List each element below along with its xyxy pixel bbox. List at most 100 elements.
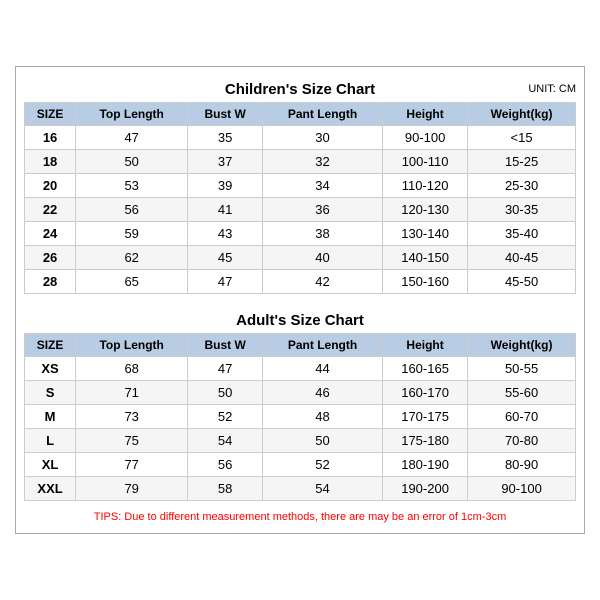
table-cell: 45-50 xyxy=(468,270,576,294)
table-cell: XS xyxy=(25,357,76,381)
table-row: 18503732100-11015-25 xyxy=(25,150,576,174)
table-cell: <15 xyxy=(468,126,576,150)
table-cell: 52 xyxy=(188,405,263,429)
table-cell: 16 xyxy=(25,126,76,150)
col-top-length: Top Length xyxy=(76,334,188,357)
table-cell: 46 xyxy=(263,381,383,405)
table-cell: 47 xyxy=(188,357,263,381)
table-cell: 175-180 xyxy=(383,429,468,453)
col-height: Height xyxy=(383,334,468,357)
table-cell: 24 xyxy=(25,222,76,246)
table-cell: 73 xyxy=(76,405,188,429)
table-row: 20533934110-12025-30 xyxy=(25,174,576,198)
table-cell: 170-175 xyxy=(383,405,468,429)
table-cell: 15-25 xyxy=(468,150,576,174)
table-cell: 140-150 xyxy=(383,246,468,270)
col-size: SIZE xyxy=(25,334,76,357)
table-cell: 20 xyxy=(25,174,76,198)
table-cell: 50 xyxy=(263,429,383,453)
table-cell: 56 xyxy=(76,198,188,222)
table-row: XXL795854190-20090-100 xyxy=(25,477,576,501)
col-weight: Weight(kg) xyxy=(468,103,576,126)
adult-title-text: Adult's Size Chart xyxy=(236,312,364,329)
children-title: Children's Size Chart UNIT: CM xyxy=(24,75,576,102)
table-cell: 47 xyxy=(188,270,263,294)
col-pant-length: Pant Length xyxy=(263,334,383,357)
table-cell: 50-55 xyxy=(468,357,576,381)
table-row: 22564136120-13030-35 xyxy=(25,198,576,222)
table-cell: 54 xyxy=(188,429,263,453)
table-cell: 35-40 xyxy=(468,222,576,246)
table-cell: 40 xyxy=(263,246,383,270)
col-bust-w: Bust W xyxy=(188,103,263,126)
table-cell: 190-200 xyxy=(383,477,468,501)
table-row: 28654742150-16045-50 xyxy=(25,270,576,294)
table-cell: 65 xyxy=(76,270,188,294)
table-cell: 18 xyxy=(25,150,76,174)
table-cell: 38 xyxy=(263,222,383,246)
table-row: 24594338130-14035-40 xyxy=(25,222,576,246)
children-header-row: SIZE Top Length Bust W Pant Length Heigh… xyxy=(25,103,576,126)
table-cell: 70-80 xyxy=(468,429,576,453)
table-cell: 30 xyxy=(263,126,383,150)
table-cell: 47 xyxy=(76,126,188,150)
table-cell: 100-110 xyxy=(383,150,468,174)
col-top-length: Top Length xyxy=(76,103,188,126)
table-cell: 90-100 xyxy=(468,477,576,501)
table-cell: 90-100 xyxy=(383,126,468,150)
table-cell: 41 xyxy=(188,198,263,222)
table-cell: 71 xyxy=(76,381,188,405)
table-row: XL775652180-19080-90 xyxy=(25,453,576,477)
table-cell: 48 xyxy=(263,405,383,429)
table-cell: 130-140 xyxy=(383,222,468,246)
table-cell: 55-60 xyxy=(468,381,576,405)
table-cell: 28 xyxy=(25,270,76,294)
chart-container: Children's Size Chart UNIT: CM SIZE Top … xyxy=(15,66,585,534)
table-cell: 52 xyxy=(263,453,383,477)
table-cell: 40-45 xyxy=(468,246,576,270)
children-table: SIZE Top Length Bust W Pant Length Heigh… xyxy=(24,102,576,294)
table-cell: XXL xyxy=(25,477,76,501)
col-pant-length: Pant Length xyxy=(263,103,383,126)
table-row: L755450175-18070-80 xyxy=(25,429,576,453)
table-cell: 50 xyxy=(188,381,263,405)
table-cell: 62 xyxy=(76,246,188,270)
table-cell: L xyxy=(25,429,76,453)
table-cell: 53 xyxy=(76,174,188,198)
table-cell: 60-70 xyxy=(468,405,576,429)
table-cell: 160-165 xyxy=(383,357,468,381)
table-cell: 39 xyxy=(188,174,263,198)
table-row: M735248170-17560-70 xyxy=(25,405,576,429)
col-size: SIZE xyxy=(25,103,76,126)
adult-title: Adult's Size Chart xyxy=(24,306,576,333)
adult-table: SIZE Top Length Bust W Pant Length Heigh… xyxy=(24,333,576,501)
table-row: 26624540140-15040-45 xyxy=(25,246,576,270)
col-height: Height xyxy=(383,103,468,126)
table-cell: 75 xyxy=(76,429,188,453)
table-cell: 50 xyxy=(76,150,188,174)
table-cell: 26 xyxy=(25,246,76,270)
table-cell: 56 xyxy=(188,453,263,477)
table-cell: 32 xyxy=(263,150,383,174)
table-cell: 22 xyxy=(25,198,76,222)
children-title-text: Children's Size Chart xyxy=(225,81,375,98)
col-bust-w: Bust W xyxy=(188,334,263,357)
unit-label: UNIT: CM xyxy=(528,83,576,95)
adult-header-row: SIZE Top Length Bust W Pant Length Heigh… xyxy=(25,334,576,357)
table-cell: M xyxy=(25,405,76,429)
table-cell: 54 xyxy=(263,477,383,501)
table-cell: 68 xyxy=(76,357,188,381)
table-cell: 120-130 xyxy=(383,198,468,222)
table-cell: XL xyxy=(25,453,76,477)
table-cell: 42 xyxy=(263,270,383,294)
table-cell: 77 xyxy=(76,453,188,477)
table-cell: 110-120 xyxy=(383,174,468,198)
table-cell: 45 xyxy=(188,246,263,270)
table-cell: 180-190 xyxy=(383,453,468,477)
table-cell: 58 xyxy=(188,477,263,501)
table-cell: 25-30 xyxy=(468,174,576,198)
table-cell: 30-35 xyxy=(468,198,576,222)
table-cell: 150-160 xyxy=(383,270,468,294)
col-weight: Weight(kg) xyxy=(468,334,576,357)
table-row: XS684744160-16550-55 xyxy=(25,357,576,381)
